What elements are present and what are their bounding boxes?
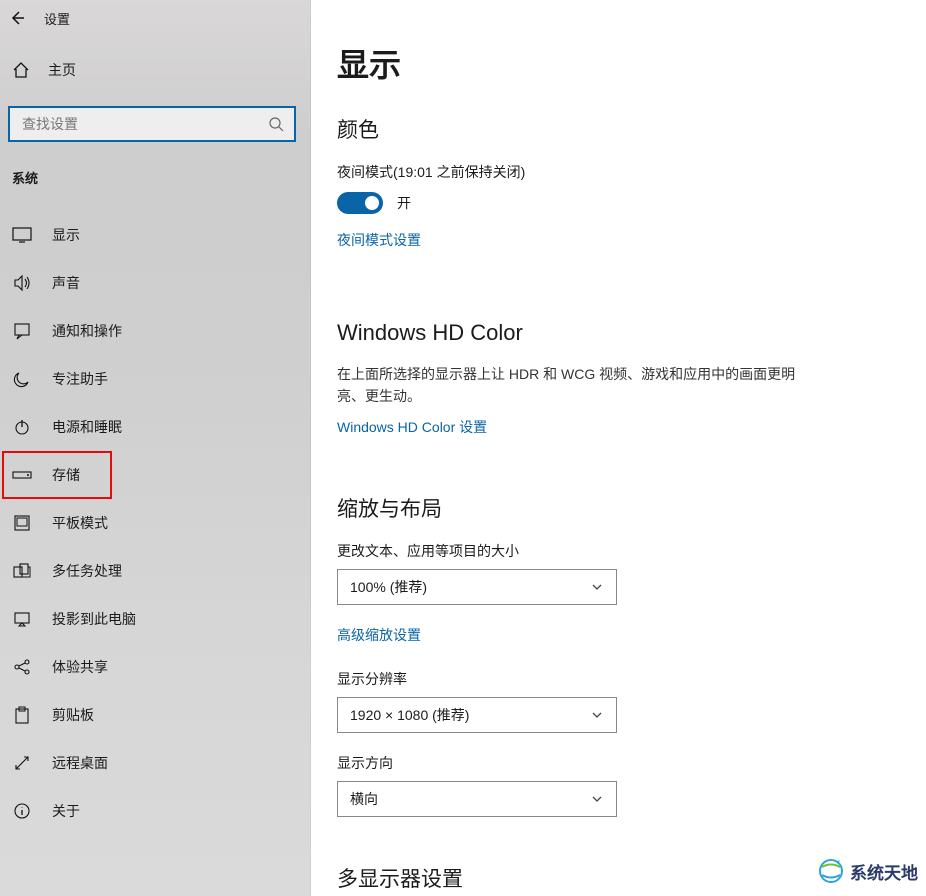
resolution-select[interactable]: 1920 × 1080 (推荐) [337,697,617,733]
night-mode-label: 夜间模式(19:01 之前保持关闭) [337,162,896,182]
globe-icon [818,858,844,884]
section-color-heading: 颜色 [337,114,896,144]
sidebar-item-label: 多任务处理 [52,561,122,581]
sidebar-item-label: 声音 [52,273,80,293]
scale-size-select[interactable]: 100% (推荐) [337,569,617,605]
watermark-label: 系统天地 [850,859,918,884]
sidebar-item-label: 远程桌面 [52,753,108,773]
search-box[interactable] [8,106,296,142]
sidebar-item-label: 投影到此电脑 [52,609,136,629]
tablet-icon [12,513,32,533]
resolution-value: 1920 × 1080 (推荐) [350,705,469,725]
sidebar-item-multitask[interactable]: 多任务处理 [0,547,310,595]
info-icon [12,801,32,821]
orientation-label: 显示方向 [337,753,896,773]
sidebar-item-power[interactable]: 电源和睡眠 [0,403,310,451]
sidebar-item-shared[interactable]: 体验共享 [0,643,310,691]
main-content: 显示 颜色 夜间模式(19:01 之前保持关闭) 开 夜间模式设置 Window… [311,0,926,896]
night-mode-state: 开 [397,193,411,213]
search-input[interactable] [20,115,268,133]
sidebar-item-label: 存储 [52,465,80,485]
sidebar-item-focus-assist[interactable]: 专注助手 [0,355,310,403]
hd-desc: 在上面所选择的显示器上让 HDR 和 WCG 视频、游戏和应用中的画面更明亮、更… [337,364,807,407]
display-icon [12,225,32,245]
section-multi-heading: 多显示器设置 [337,863,896,893]
remote-icon [12,753,32,773]
home-icon [12,61,30,79]
multitask-icon [12,561,32,581]
sidebar-item-label: 剪贴板 [52,705,94,725]
chevron-down-icon [590,708,604,722]
sidebar-item-display[interactable]: 显示 [0,211,310,259]
share-icon [12,657,32,677]
chevron-down-icon [590,792,604,806]
hd-settings-link[interactable]: Windows HD Color 设置 [337,417,487,437]
sidebar-item-clipboard[interactable]: 剪贴板 [0,691,310,739]
sidebar-nav: 显示 声音 通知和操作 专注助手 电源和睡眠 存储 [0,211,310,835]
sidebar-item-label: 通知和操作 [52,321,122,341]
sidebar-item-tablet[interactable]: 平板模式 [0,499,310,547]
search-icon [268,116,284,132]
sidebar-item-home[interactable]: 主页 [0,48,310,92]
sidebar-item-label: 主页 [48,60,76,80]
sidebar-item-sound[interactable]: 声音 [0,259,310,307]
storage-icon [12,465,32,485]
sidebar-item-remote[interactable]: 远程桌面 [0,739,310,787]
focus-icon [12,369,32,389]
sidebar: 设置 主页 系统 显示 声音 [0,0,311,896]
scale-size-value: 100% (推荐) [350,577,427,597]
power-icon [12,417,32,437]
settings-title: 设置 [44,9,70,28]
sidebar-item-storage[interactable]: 存储 [0,451,310,499]
sidebar-item-notifications[interactable]: 通知和操作 [0,307,310,355]
sidebar-item-label: 显示 [52,225,80,245]
sidebar-item-about[interactable]: 关于 [0,787,310,835]
sidebar-item-label: 体验共享 [52,657,108,677]
sound-icon [12,273,32,293]
sidebar-item-label: 电源和睡眠 [52,417,122,437]
notification-icon [12,321,32,341]
night-mode-settings-link[interactable]: 夜间模式设置 [337,230,421,250]
sidebar-item-label: 平板模式 [52,513,108,533]
section-hd-heading: Windows HD Color [337,320,896,346]
clipboard-icon [12,705,32,725]
sidebar-item-label: 关于 [52,801,80,821]
scale-size-label: 更改文本、应用等项目的大小 [337,541,896,561]
chevron-down-icon [590,580,604,594]
orientation-select[interactable]: 横向 [337,781,617,817]
orientation-value: 横向 [350,789,378,809]
page-title: 显示 [337,40,896,86]
watermark: 系统天地 [818,858,918,884]
project-icon [12,609,32,629]
night-mode-toggle[interactable] [337,192,383,214]
sidebar-category: 系统 [0,142,310,193]
sidebar-item-project[interactable]: 投影到此电脑 [0,595,310,643]
sidebar-item-label: 专注助手 [52,369,108,389]
section-scale-heading: 缩放与布局 [337,493,896,523]
advanced-scale-link[interactable]: 高级缩放设置 [337,625,421,645]
back-arrow-icon[interactable] [8,9,26,27]
resolution-label: 显示分辨率 [337,669,896,689]
